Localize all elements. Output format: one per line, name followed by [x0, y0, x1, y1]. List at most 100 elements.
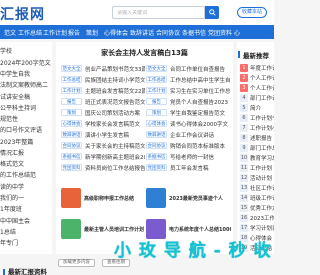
category-tag[interactable]: 报告 [146, 98, 167, 105]
rank-item[interactable]: 7工作计划小 [240, 123, 274, 132]
rank-title[interactable]: 优秀工作方 [250, 204, 274, 212]
rank-title[interactable]: 述职报告 [250, 134, 272, 142]
category-tag[interactable]: 范文大全 [61, 65, 82, 72]
rank-title[interactable]: 简介 [250, 104, 261, 112]
rank-item[interactable]: 17学习计划表 [240, 223, 274, 232]
category-tag[interactable]: 条据书信 [61, 153, 82, 160]
rank-item[interactable]: 2个人工作计 [240, 73, 274, 82]
item-title[interactable]: 合同工作单位自查报告 [170, 65, 225, 73]
nav-item[interactable]: 党团资料 [208, 28, 232, 37]
card-title[interactable]: 高级职称申报工作总结 [84, 195, 134, 202]
item-title[interactable]: 购销合同范本标准版本 [170, 142, 225, 150]
list-item[interactable]: 2023年整篇 [0, 137, 33, 147]
list-item[interactable]: 策划 学生自我鉴定报告范文 [146, 108, 230, 117]
rank-title[interactable]: 部门工作总 [250, 144, 274, 152]
list-item[interactable]: 1年度班 [0, 204, 22, 214]
item-title[interactable]: 关于家长会的主持稿范文 [85, 142, 145, 150]
category-tag[interactable]: 工作总结 [146, 76, 167, 83]
item-title[interactable]: 实习生在实习单位工作总结 [170, 87, 230, 95]
rank-item[interactable]: 8 述职报告 [240, 133, 274, 142]
rank-item[interactable]: 11 工作计划 [240, 163, 274, 172]
list-item[interactable]: 法制文案教师高二 [0, 80, 48, 90]
item-title[interactable]: 班正式表况范文报告范文 [85, 98, 145, 106]
list-item[interactable]: 范文大全 创业产品策划书范文33篇 [61, 64, 145, 73]
rank-item[interactable]: 1年度工作计 [240, 63, 274, 72]
article-thumbnail[interactable] [61, 219, 81, 239]
rank-item[interactable]: 5 简介 [240, 103, 274, 112]
list-item[interactable]: 工作总结 民族团结主持词小学范文 [61, 75, 145, 84]
rank-item[interactable]: 13社区工作计 [240, 183, 274, 192]
rank-item[interactable]: 9部门工作总 [240, 143, 274, 152]
rank-title[interactable]: 工作计划 [250, 164, 272, 172]
list-item[interactable]: 年专门 [0, 238, 18, 248]
rank-title[interactable]: 工作计划小 [250, 124, 274, 132]
list-item[interactable]: 1总结 [0, 227, 16, 237]
nav-item[interactable]: 心 [234, 28, 240, 37]
item-title[interactable]: 党员个人自查报告2023 [170, 98, 228, 106]
list-item[interactable]: 范文大全 合同工作单位自查报告 [146, 64, 230, 73]
favorite-button[interactable]: 收藏本站 [237, 7, 268, 18]
list-item[interactable]: 中中国主会 [0, 216, 30, 226]
category-tag[interactable]: 工作总结 [61, 76, 82, 83]
category-tag[interactable]: 党团资料 [61, 164, 82, 171]
category-tag[interactable]: 党团资料 [146, 164, 167, 171]
nav-item[interactable]: 合同协议 [156, 28, 180, 37]
list-item[interactable]: 条据书信 写给老师的一封信 [146, 152, 230, 161]
rank-title[interactable]: 教育学习总 [250, 154, 274, 162]
nav-item[interactable]: 条据书信 [182, 28, 206, 37]
list-item[interactable]: 心得体会 学校家长会发言稿范文 [61, 119, 145, 128]
nav-item[interactable]: 工作计划 [43, 28, 67, 37]
site-logo[interactable]: 汇报网 [0, 4, 45, 24]
category-tag[interactable]: 范文大全 [146, 65, 167, 72]
list-item[interactable]: 党团资料 资料员岗位工作总结报告 [61, 163, 145, 172]
list-item[interactable]: 格式范文 [0, 159, 24, 169]
search-button[interactable] [205, 6, 219, 19]
item-title[interactable]: 学生自我鉴定报告范文 [170, 109, 225, 117]
item-title[interactable]: 资料员岗位工作总结报告 [85, 164, 145, 172]
list-item[interactable]: 学校 [0, 46, 12, 56]
load-more-button[interactable]: 加载更多内容 [58, 259, 95, 267]
list-item[interactable]: 报告 班正式表况范文报告范文 [61, 97, 145, 106]
list-item[interactable]: 合同协议 关于家长会的主持稿范文 [61, 141, 145, 150]
nav-item[interactable]: 范文 [4, 28, 16, 37]
list-item[interactable]: 我们的一 [0, 193, 24, 203]
item-title[interactable]: 读书心得体会2000字文 [170, 120, 228, 128]
item-title[interactable]: 员工年会发言稿 [170, 164, 209, 172]
rank-item[interactable]: 16 2023工作 [240, 213, 274, 222]
article-title[interactable]: 家长会主持人发言稿白13篇 [56, 48, 233, 58]
list-item[interactable]: 公平科主持词 [0, 103, 36, 113]
article-thumbnail[interactable] [146, 188, 166, 208]
article-thumbnail[interactable] [61, 188, 81, 208]
category-tag[interactable]: 致辞讲话 [61, 131, 82, 138]
search-box[interactable] [112, 6, 205, 19]
item-title[interactable]: 主题班会发言稿范文22篇 [85, 87, 145, 95]
category-tag[interactable]: 合同协议 [61, 142, 82, 149]
item-title[interactable]: 新学期创新高主题班会2023 [85, 153, 145, 161]
list-item[interactable]: 心得体会 读书心得体会2000字文 [146, 119, 230, 128]
nav-item[interactable]: 致辞讲话 [130, 28, 154, 37]
rank-item[interactable]: 14班级工作计 [240, 193, 274, 202]
list-item[interactable]: 试讲安全稿 [0, 92, 30, 102]
item-title[interactable]: 民族团结主持词小学范文 [85, 76, 145, 84]
item-title[interactable]: 国庆公司策划活动方案 [85, 109, 140, 117]
category-tag[interactable]: 工作计划 [61, 87, 82, 94]
list-item[interactable]: 读的中学 [0, 182, 24, 192]
rank-item[interactable]: 3个人工作计 [240, 83, 274, 92]
list-item[interactable]: 的工作总结范 [0, 170, 36, 180]
category-tag[interactable]: 策划 [61, 109, 82, 116]
rank-title[interactable]: 个人工作计 [250, 84, 274, 92]
rank-title[interactable]: 工作计划书 [250, 114, 274, 122]
search-input[interactable] [117, 9, 204, 16]
rank-title[interactable]: 部门工作计 [250, 94, 274, 102]
list-item[interactable]: 致辞讲话 企业工作会议讲话 [146, 130, 230, 139]
rank-item[interactable]: 15优秀工作方 [240, 203, 274, 212]
rank-title[interactable]: 社区工作计 [250, 184, 274, 192]
item-title[interactable]: 工作总结中高中生学生自我鉴 [170, 76, 230, 84]
list-item[interactable]: 中学生自我 [0, 69, 30, 79]
category-tag[interactable]: 心得体会 [61, 120, 82, 127]
list-item[interactable]: 规范性 [0, 114, 18, 124]
list-item[interactable]: 工作计划 实习生在实习单位工作总结 [146, 86, 230, 95]
category-tag[interactable]: 致辞讲话 [146, 131, 167, 138]
item-title[interactable]: 演讲小学生发言稿 [85, 131, 129, 139]
list-item[interactable]: 2024年200字范文 [0, 58, 51, 68]
